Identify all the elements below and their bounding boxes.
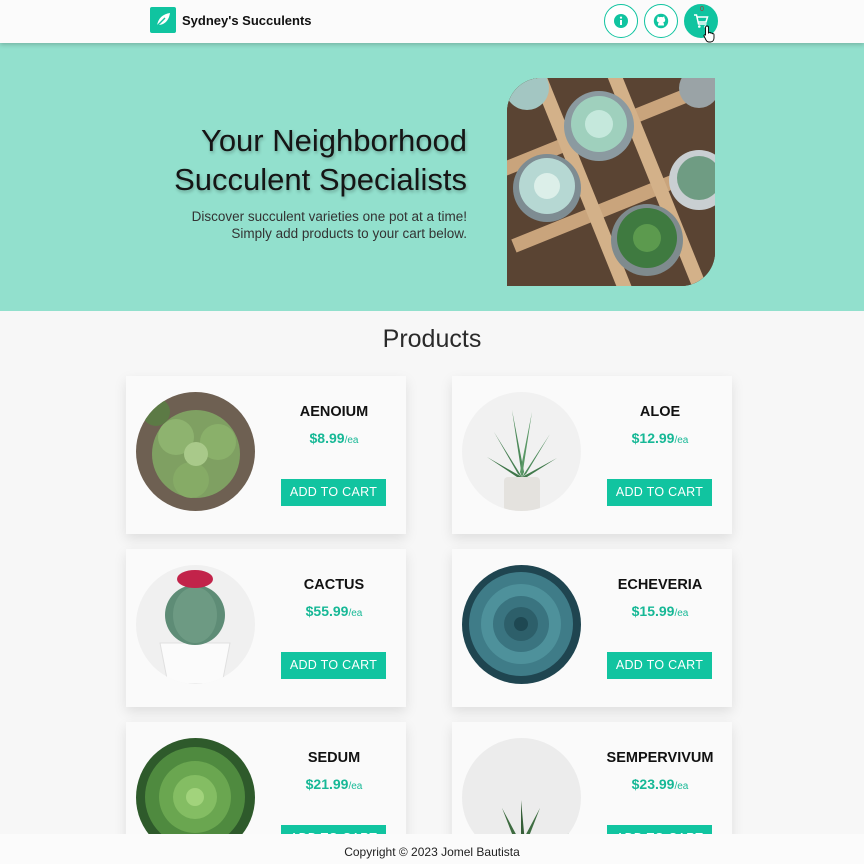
product-card-echeveria: ECHEVERIA $15.99/ea ADD TO CART	[452, 549, 732, 707]
hero-banner: Your Neighborhood Succulent Specialists …	[0, 43, 864, 311]
add-to-cart-button[interactable]: ADD TO CART	[281, 652, 386, 679]
price-value: $21.99	[305, 776, 349, 792]
pointer-cursor-icon	[703, 25, 715, 43]
products-heading: Products	[382, 325, 482, 353]
price-value: $12.99	[631, 430, 675, 446]
product-name: SEMPERVIVUM	[606, 750, 714, 766]
price-value: $8.99	[309, 430, 345, 446]
info-icon	[614, 14, 628, 28]
add-to-cart-button[interactable]: ADD TO CART	[607, 479, 712, 506]
product-name: AENOIUM	[299, 404, 369, 420]
product-name: ECHEVERIA	[617, 577, 703, 593]
github-button[interactable]	[644, 4, 678, 38]
add-to-cart-button[interactable]: ADD TO CART	[281, 479, 386, 506]
info-button[interactable]	[604, 4, 638, 38]
footer: Copyright © 2023 Jomel Bautista	[0, 834, 864, 864]
product-price: $21.99/ea	[276, 776, 392, 792]
product-price: $23.99/ea	[602, 776, 718, 792]
hero-title-line-1: Your Neighborhood	[200, 123, 467, 158]
brand-name: Sydney's Succulents	[182, 12, 312, 28]
product-price: $12.99/ea	[602, 430, 718, 446]
product-price: $8.99/ea	[276, 430, 392, 446]
brand[interactable]: Sydney's Succulents	[150, 7, 312, 33]
price-value: $23.99	[631, 776, 675, 792]
copyright-text: Copyright © 2023 Jomel Bautista	[344, 845, 520, 859]
product-image-aloe	[462, 392, 581, 511]
price-unit: /ea	[348, 608, 363, 619]
product-card-aenoium: AENOIUM $8.99/ea ADD TO CART	[126, 376, 406, 534]
leaf-icon	[150, 7, 176, 33]
hero-title-line-2: Succulent Specialists	[174, 162, 467, 197]
cart-count-badge: 0	[700, 6, 704, 13]
product-image-aenoium	[136, 392, 255, 511]
product-card-cactus: CACTUS $55.99/ea ADD TO CART	[126, 549, 406, 707]
product-image-cactus	[136, 565, 255, 684]
hero-subtitle-line-2: Simply add products to your cart below.	[231, 226, 467, 241]
price-unit: /ea	[348, 781, 363, 792]
product-price: $15.99/ea	[602, 603, 718, 619]
price-unit: /ea	[674, 435, 689, 446]
navbar: Sydney's Succulents 0	[0, 0, 864, 43]
product-name: SEDUM	[307, 750, 361, 766]
hero-succulent-photo	[507, 78, 715, 286]
hero-title: Your Neighborhood Succulent Specialists	[47, 121, 467, 199]
hero-subtitle-line-1: Discover succulent varieties one pot at …	[191, 209, 467, 224]
price-unit: /ea	[674, 608, 689, 619]
github-icon	[653, 13, 669, 29]
hero-subtitle: Discover succulent varieties one pot at …	[47, 208, 467, 242]
product-name: CACTUS	[303, 577, 365, 593]
product-card-aloe: ALOE $12.99/ea ADD TO CART	[452, 376, 732, 534]
price-value: $15.99	[631, 603, 675, 619]
product-name: ALOE	[639, 404, 681, 420]
price-unit: /ea	[674, 781, 689, 792]
price-value: $55.99	[305, 603, 349, 619]
product-price: $55.99/ea	[276, 603, 392, 619]
price-unit: /ea	[344, 435, 359, 446]
add-to-cart-button[interactable]: ADD TO CART	[607, 652, 712, 679]
product-image-echeveria	[462, 565, 581, 684]
